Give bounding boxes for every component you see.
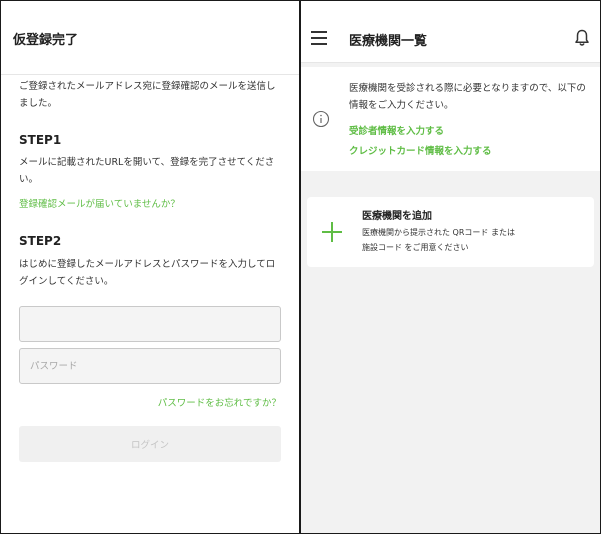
hamburger-menu-icon[interactable]	[311, 31, 327, 45]
login-button[interactable]: ログイン	[19, 426, 281, 462]
step1-text: メールに記載されたURLを開いて、登録を完了させてください。	[19, 157, 275, 185]
add-desc-line1: 医療機関から提示された QRコード または	[362, 228, 515, 237]
step1-heading: STEP1	[19, 133, 62, 147]
intro-text: ご登録されたメールアドレス宛に登録確認のメールを送信しました。	[19, 81, 276, 109]
forgot-password-link[interactable]: パスワードをお忘れですか？	[158, 395, 281, 409]
provisional-registration-screen: 仮登録完了 ご登録されたメールアドレス宛に登録確認のメールを送信しました。 ST…	[1, 1, 299, 533]
password-field[interactable]	[19, 348, 281, 384]
email-field[interactable]	[19, 306, 281, 342]
medical-institution-list-screen: 医療機関一覧 医療機関を受診される際に必要となりますので、以下の情報をご入力くだ…	[301, 1, 600, 533]
step2-heading: STEP2	[19, 234, 62, 248]
bell-icon[interactable]	[574, 29, 590, 47]
patient-info-link[interactable]: 受診者情報を入力する	[349, 123, 444, 137]
info-text: 医療機関を受診される際に必要となりますので、以下の情報をご入力ください。	[349, 83, 586, 111]
credit-card-link[interactable]: クレジットカード情報を入力する	[349, 143, 492, 157]
plus-icon	[322, 222, 342, 242]
page-title: 医療機関一覧	[349, 34, 428, 49]
resend-confirmation-link[interactable]: 登録確認メールが届いていませんか？	[19, 196, 180, 210]
add-desc-line2: 施設コード をご用意ください	[362, 243, 469, 252]
add-institution-title: 医療機関を追加	[362, 211, 432, 222]
add-institution-description: 医療機関から提示された QRコード または 施設コード をご用意ください	[362, 225, 582, 255]
right-header: 医療機関一覧	[301, 1, 600, 63]
step2-text: はじめに登録したメールアドレスとパスワードを入力してログインしてください。	[19, 259, 276, 287]
info-circle-icon	[312, 110, 330, 128]
page-title: 仮登録完了	[13, 33, 79, 48]
info-card: 医療機関を受診される際に必要となりますので、以下の情報をご入力ください。 受診者…	[301, 67, 600, 171]
left-header: 仮登録完了	[1, 1, 299, 75]
add-institution-card[interactable]: 医療機関を追加 医療機関から提示された QRコード または 施設コード をご用意…	[307, 197, 594, 267]
